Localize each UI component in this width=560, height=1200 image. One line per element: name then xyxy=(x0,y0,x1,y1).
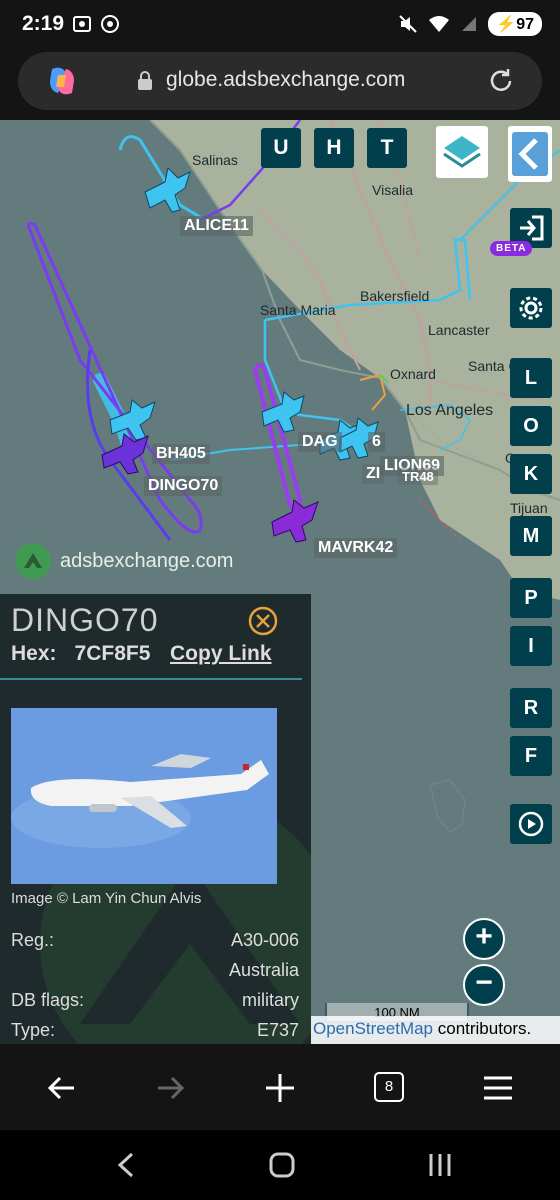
aircraft-photo-image xyxy=(11,708,277,884)
battery-icon: ⚡ xyxy=(496,16,517,33)
layers-button[interactable] xyxy=(436,126,488,178)
zoom-in-button[interactable]: + xyxy=(463,918,505,960)
button-m[interactable]: M xyxy=(510,516,552,556)
button-p[interactable]: P xyxy=(510,578,552,618)
forward-arrow-icon[interactable] xyxy=(150,1068,190,1108)
plus-icon: + xyxy=(475,920,493,953)
osm-link[interactable]: OpenStreetMap xyxy=(313,1019,433,1038)
battery-indicator: ⚡97 xyxy=(488,12,542,36)
button-r[interactable]: R xyxy=(510,688,552,728)
aircraft-label-mavrk42[interactable]: MAVRK42 xyxy=(314,538,398,558)
map-label-oxnard: Oxnard xyxy=(390,366,436,382)
reg-value: A30-006 xyxy=(230,930,299,950)
menu-icon[interactable] xyxy=(478,1068,518,1108)
new-tab-plus-icon[interactable] xyxy=(260,1068,300,1108)
map-label-santa-maria: Santa Maria xyxy=(260,302,336,318)
country-value: Australia xyxy=(228,960,299,980)
aircraft-label-dag[interactable]: DAG xyxy=(298,432,342,452)
hex-label: Hex: xyxy=(11,642,57,665)
map-label-bakersfield: Bakersfield xyxy=(360,288,430,304)
gear-icon xyxy=(519,296,543,320)
button-i[interactable]: I xyxy=(510,626,552,666)
aircraft-label-6[interactable]: 6 xyxy=(368,432,385,452)
settings-button[interactable] xyxy=(510,288,552,328)
beta-badge: BETA xyxy=(490,241,533,256)
browser-nav-bar: 8 xyxy=(0,1044,560,1130)
type-value: E737 xyxy=(256,1020,299,1040)
system-recents-icon[interactable] xyxy=(423,1148,457,1182)
close-icon[interactable] xyxy=(248,606,278,636)
adsbexchange-logo: adsbexchange.com xyxy=(14,542,233,580)
hotspot-icon xyxy=(101,15,119,33)
button-o[interactable]: O xyxy=(510,406,552,446)
map-label-tijuana: Tijuan xyxy=(510,500,548,516)
map-label-visalia: Visalia xyxy=(372,182,413,198)
signal-icon xyxy=(462,17,477,31)
map-label-los-angeles: Los Angeles xyxy=(406,402,494,419)
aircraft-label-dingo70[interactable]: DINGO70 xyxy=(144,476,223,496)
reg-label: Reg.: xyxy=(11,930,55,950)
button-l[interactable]: L xyxy=(510,358,552,398)
layers-icon xyxy=(443,136,481,168)
address-bar[interactable]: globe.adsbexchange.com xyxy=(18,52,542,110)
aircraft-info-panel: DINGO70 Hex: 7CF8F5 Copy Link Image © Lam… xyxy=(0,594,311,1044)
adsbexchange-logo-icon xyxy=(15,543,51,579)
button-f[interactable]: F xyxy=(510,736,552,776)
system-home-icon[interactable] xyxy=(265,1148,299,1182)
aircraft-label-zi[interactable]: ZI xyxy=(362,464,385,484)
back-arrow-icon[interactable] xyxy=(42,1068,82,1108)
screenshot-icon xyxy=(73,16,91,32)
status-time: 2:19 xyxy=(22,12,65,35)
mute-icon xyxy=(399,15,417,33)
button-h[interactable]: H xyxy=(314,128,354,168)
chevron-left-icon xyxy=(512,132,548,176)
button-u[interactable]: U xyxy=(261,128,301,168)
copilot-icon[interactable] xyxy=(44,63,80,99)
plane-mavrk42 xyxy=(271,499,319,543)
replay-button[interactable] xyxy=(510,804,552,844)
attribution-text: contributors. xyxy=(433,1019,532,1038)
hex-row: Hex: 7CF8F5 xyxy=(11,642,150,666)
button-t[interactable]: T xyxy=(367,128,407,168)
zoom-out-button[interactable]: − xyxy=(463,964,505,1006)
copy-link[interactable]: Copy Link xyxy=(170,642,272,666)
browser-toolbar: globe.adsbexchange.com xyxy=(0,50,560,120)
button-k[interactable]: K xyxy=(510,454,552,494)
aircraft-photo[interactable] xyxy=(11,708,277,884)
aircraft-label-tr48[interactable]: TR48 xyxy=(398,468,438,485)
aircraft-callsign: DINGO70 xyxy=(11,602,159,638)
hex-value: 7CF8F5 xyxy=(74,642,151,665)
tab-count-button[interactable]: 8 xyxy=(374,1072,404,1102)
panel-divider xyxy=(0,678,302,680)
map-attribution: OpenStreetMap contributors. xyxy=(311,1016,560,1044)
aircraft-label-bh405[interactable]: BH405 xyxy=(152,444,210,464)
replay-icon xyxy=(518,811,544,837)
lock-icon[interactable] xyxy=(134,70,156,92)
system-nav-bar xyxy=(0,1130,560,1200)
db-flags-value: military xyxy=(242,990,299,1010)
image-credit: Image © Lam Yin Chun Alvis xyxy=(11,890,202,907)
map-label-lancaster: Lancaster xyxy=(428,322,490,338)
system-back-icon[interactable] xyxy=(110,1148,144,1182)
status-bar: 2:19 ⚡97 xyxy=(0,0,560,50)
url-text[interactable]: globe.adsbexchange.com xyxy=(166,68,405,92)
aircraft-label-alice11[interactable]: ALICE11 xyxy=(180,216,253,236)
reload-icon[interactable] xyxy=(486,66,516,96)
minus-icon: − xyxy=(475,966,493,999)
type-label: Type: xyxy=(11,1020,56,1040)
db-flags-label: DB flags: xyxy=(11,990,85,1010)
collapse-sidebar-button[interactable] xyxy=(508,126,552,182)
login-icon xyxy=(520,215,544,241)
map-label-salinas: Salinas xyxy=(192,152,238,168)
plane-dingo70 xyxy=(101,433,149,475)
wifi-icon xyxy=(429,16,450,32)
